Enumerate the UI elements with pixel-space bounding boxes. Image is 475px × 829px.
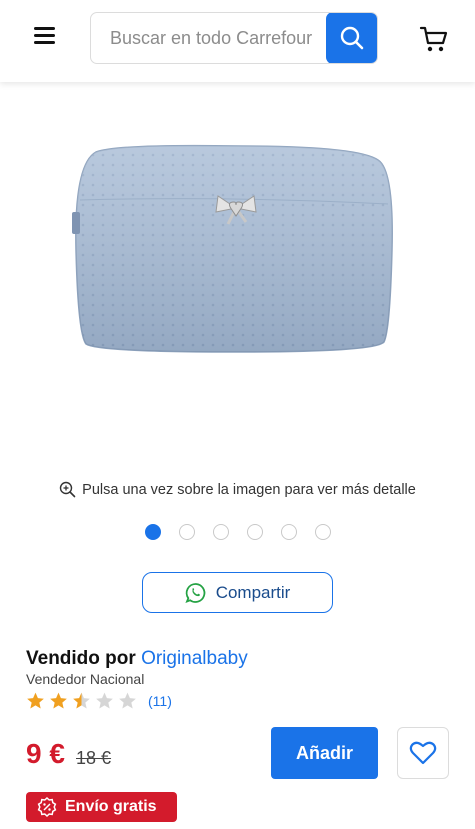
carousel-dot-2[interactable] bbox=[178, 524, 195, 540]
add-to-cart-button[interactable]: Añadir bbox=[271, 727, 378, 779]
carousel-dot-3[interactable] bbox=[212, 524, 229, 540]
star-icon-2 bbox=[50, 692, 67, 709]
product-image[interactable] bbox=[58, 130, 412, 375]
heart-icon bbox=[409, 741, 437, 765]
whatsapp-icon bbox=[185, 582, 205, 603]
zoom-in-icon bbox=[59, 481, 76, 498]
seller-type: Vendedor Nacional bbox=[26, 671, 145, 687]
image-carousel-dots bbox=[0, 524, 475, 540]
hamburger-menu-icon[interactable] bbox=[34, 27, 58, 47]
carousel-dot-5[interactable] bbox=[280, 524, 297, 540]
search-button[interactable] bbox=[326, 13, 377, 63]
carousel-dot-4[interactable] bbox=[246, 524, 263, 540]
search-input[interactable] bbox=[91, 13, 327, 63]
star-half-icon bbox=[73, 692, 90, 709]
search-icon bbox=[340, 26, 364, 50]
current-price: 9 € bbox=[26, 738, 65, 769]
sold-by-prefix: Vendido por bbox=[26, 648, 136, 669]
star-empty-icon-2 bbox=[119, 692, 136, 709]
zoom-hint-text: Pulsa una vez sobre la imagen para ver m… bbox=[82, 481, 416, 498]
discount-badge-icon bbox=[37, 797, 57, 817]
top-header bbox=[0, 0, 475, 82]
carousel-dot-6[interactable] bbox=[314, 524, 331, 540]
sold-by: Vendido por Originalbaby bbox=[26, 648, 248, 670]
free-shipping-label: Envío gratis bbox=[65, 798, 157, 815]
old-price: 18 € bbox=[76, 748, 112, 768]
cart-icon[interactable] bbox=[419, 24, 449, 54]
star-icon-1 bbox=[27, 692, 44, 709]
share-button[interactable]: Compartir bbox=[142, 572, 333, 613]
zoom-hint: Pulsa una vez sobre la imagen para ver m… bbox=[0, 481, 475, 498]
star-empty-icon-1 bbox=[96, 692, 113, 709]
favorite-button[interactable] bbox=[397, 727, 449, 779]
rating-count-link[interactable]: (11) bbox=[148, 693, 172, 709]
share-label: Compartir bbox=[215, 582, 291, 602]
rating: (11) bbox=[25, 691, 172, 711]
seller-name-link[interactable]: Originalbaby bbox=[141, 648, 248, 669]
carousel-dot-1[interactable] bbox=[144, 524, 161, 540]
search-bar bbox=[90, 12, 378, 64]
free-shipping-badge: Envío gratis bbox=[26, 792, 177, 822]
